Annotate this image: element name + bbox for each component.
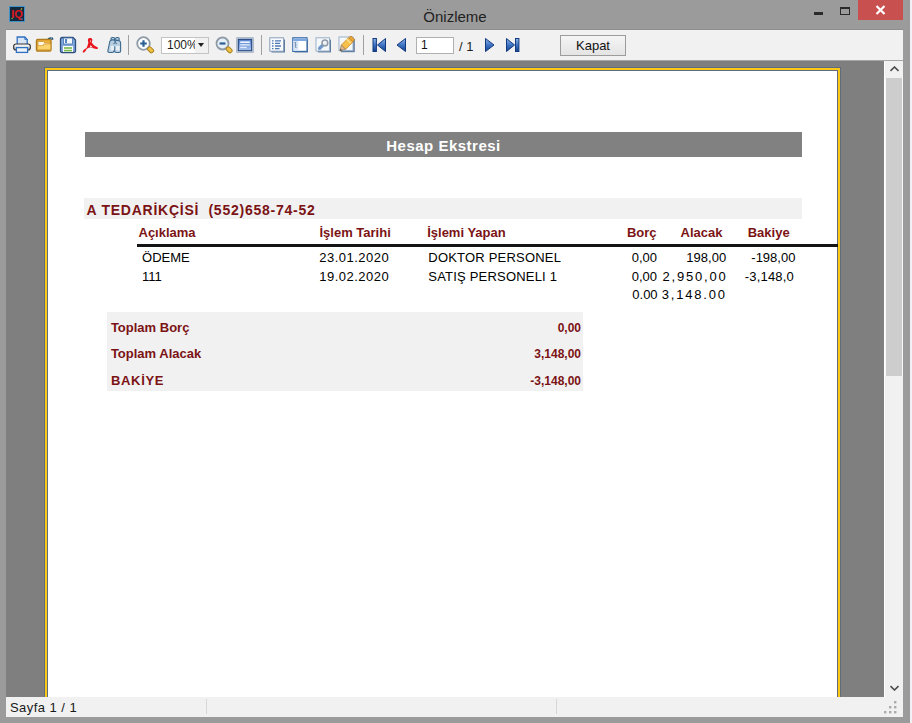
svg-text:IQ: IQ [11, 8, 23, 20]
